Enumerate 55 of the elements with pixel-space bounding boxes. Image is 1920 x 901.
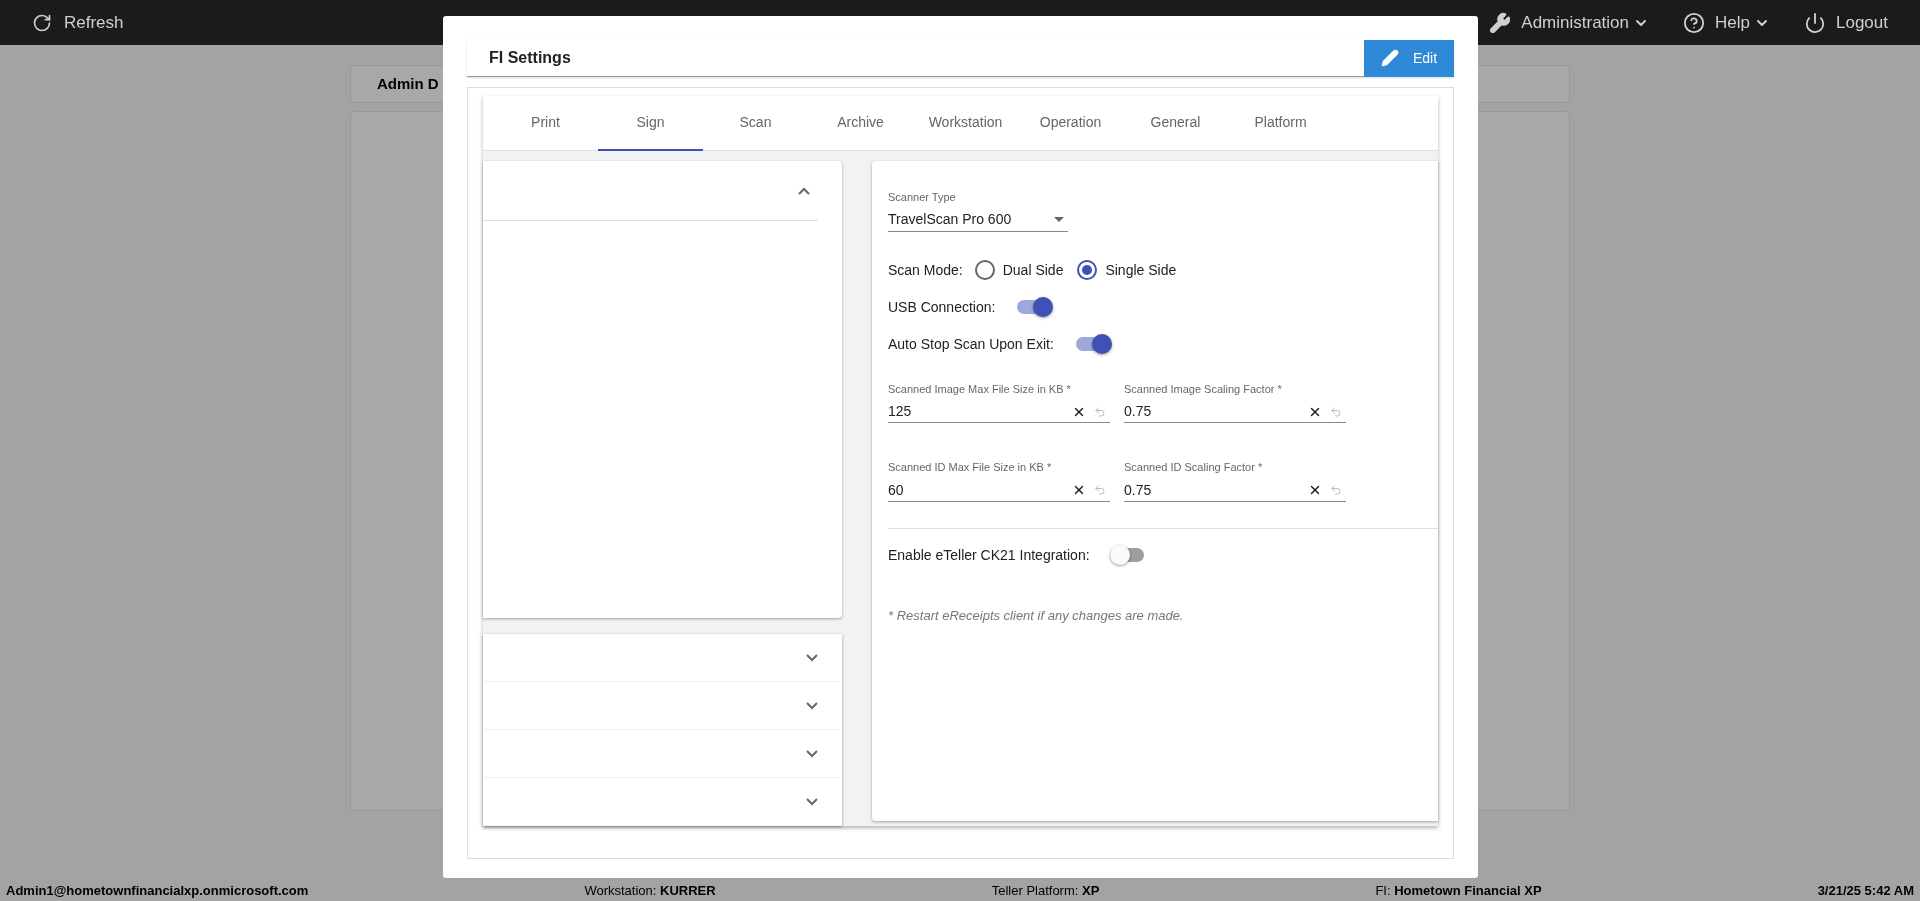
tab[interactable]: Archive bbox=[808, 96, 913, 151]
refresh-icon bbox=[32, 12, 52, 33]
status-text: 3/21/25 5:42 AM bbox=[1817, 882, 1914, 901]
radio-button[interactable] bbox=[974, 260, 995, 280]
tab[interactable]: Sign bbox=[598, 96, 703, 151]
refresh-button[interactable]: Refresh bbox=[32, 9, 124, 36]
field-label: Scanned ID Scaling Factor * bbox=[1124, 460, 1264, 475]
clear-icon[interactable] bbox=[1308, 483, 1322, 497]
toggle-label: Enable eTeller CK21 Integration: bbox=[888, 545, 1090, 565]
menu-button[interactable]: Logout bbox=[1804, 9, 1888, 36]
radio-button[interactable] bbox=[1077, 260, 1098, 280]
menu-button[interactable]: Help bbox=[1683, 9, 1770, 36]
status-text: FI: Hometown Financial XP bbox=[1375, 882, 1542, 901]
scanner-type-select[interactable]: TravelScan Pro 600 bbox=[888, 207, 1068, 232]
wrench-icon bbox=[1489, 11, 1512, 34]
dropdown-arrow-icon bbox=[1054, 216, 1064, 222]
tab[interactable]: Workstation bbox=[913, 96, 1018, 151]
field-label: Scanned Image Max File Size in KB * bbox=[888, 381, 1072, 397]
status-text: Workstation: KURRER bbox=[584, 882, 716, 901]
chevron-down-icon bbox=[806, 797, 818, 806]
toggle-switch[interactable] bbox=[1109, 545, 1146, 565]
tab[interactable]: General bbox=[1123, 96, 1228, 151]
input-field[interactable]: 0.75 bbox=[1124, 401, 1346, 423]
tab[interactable]: Platform bbox=[1228, 96, 1333, 151]
card-title: Admin D bbox=[377, 73, 439, 94]
radio-option[interactable]: Single Side bbox=[1077, 259, 1177, 281]
tab[interactable]: Print bbox=[493, 96, 598, 151]
pencil-icon bbox=[1380, 49, 1399, 67]
help-icon bbox=[1683, 11, 1706, 34]
restart-note: * Restart eReceipts client if any changes are made. bbox=[888, 606, 1185, 625]
tab[interactable]: Scan bbox=[703, 96, 808, 151]
edit-button[interactable]: Edit bbox=[1364, 39, 1454, 77]
toggle-switch[interactable] bbox=[1075, 334, 1112, 354]
toggle-label: Auto Stop Scan Upon Exit: bbox=[888, 334, 1054, 354]
toggle-switch[interactable] bbox=[1017, 297, 1054, 317]
dialog-title: FI Settings bbox=[489, 48, 571, 68]
field-label: Scanned ID Max File Size in KB * bbox=[888, 460, 1053, 475]
chevron-down-icon bbox=[806, 653, 818, 662]
chevron-down-icon bbox=[806, 749, 818, 758]
menu-button[interactable]: Administration bbox=[1489, 9, 1650, 36]
toggle-label: USB Connection: bbox=[888, 297, 996, 317]
scan-mode-label: Scan Mode: bbox=[888, 260, 963, 280]
power-icon bbox=[1804, 11, 1826, 34]
input-field[interactable]: 0.75 bbox=[1124, 479, 1346, 502]
input-field[interactable]: 60 bbox=[888, 479, 1110, 502]
clear-icon[interactable] bbox=[1072, 483, 1086, 497]
chevron-down-icon bbox=[806, 701, 818, 710]
field-label: Scanned Image Scaling Factor * bbox=[1124, 381, 1283, 397]
radio-option[interactable]: Dual Side bbox=[974, 259, 1064, 281]
status-text: Admin1@hometownfinancialxp.onmicrosoft.com bbox=[6, 882, 309, 901]
tab[interactable]: Operation bbox=[1018, 96, 1123, 151]
field-label: Scanner Type bbox=[888, 190, 957, 205]
input-field[interactable]: 125 bbox=[888, 401, 1110, 423]
status-text: Teller Platform: XP bbox=[991, 882, 1100, 901]
chevron-up-icon bbox=[798, 186, 810, 195]
